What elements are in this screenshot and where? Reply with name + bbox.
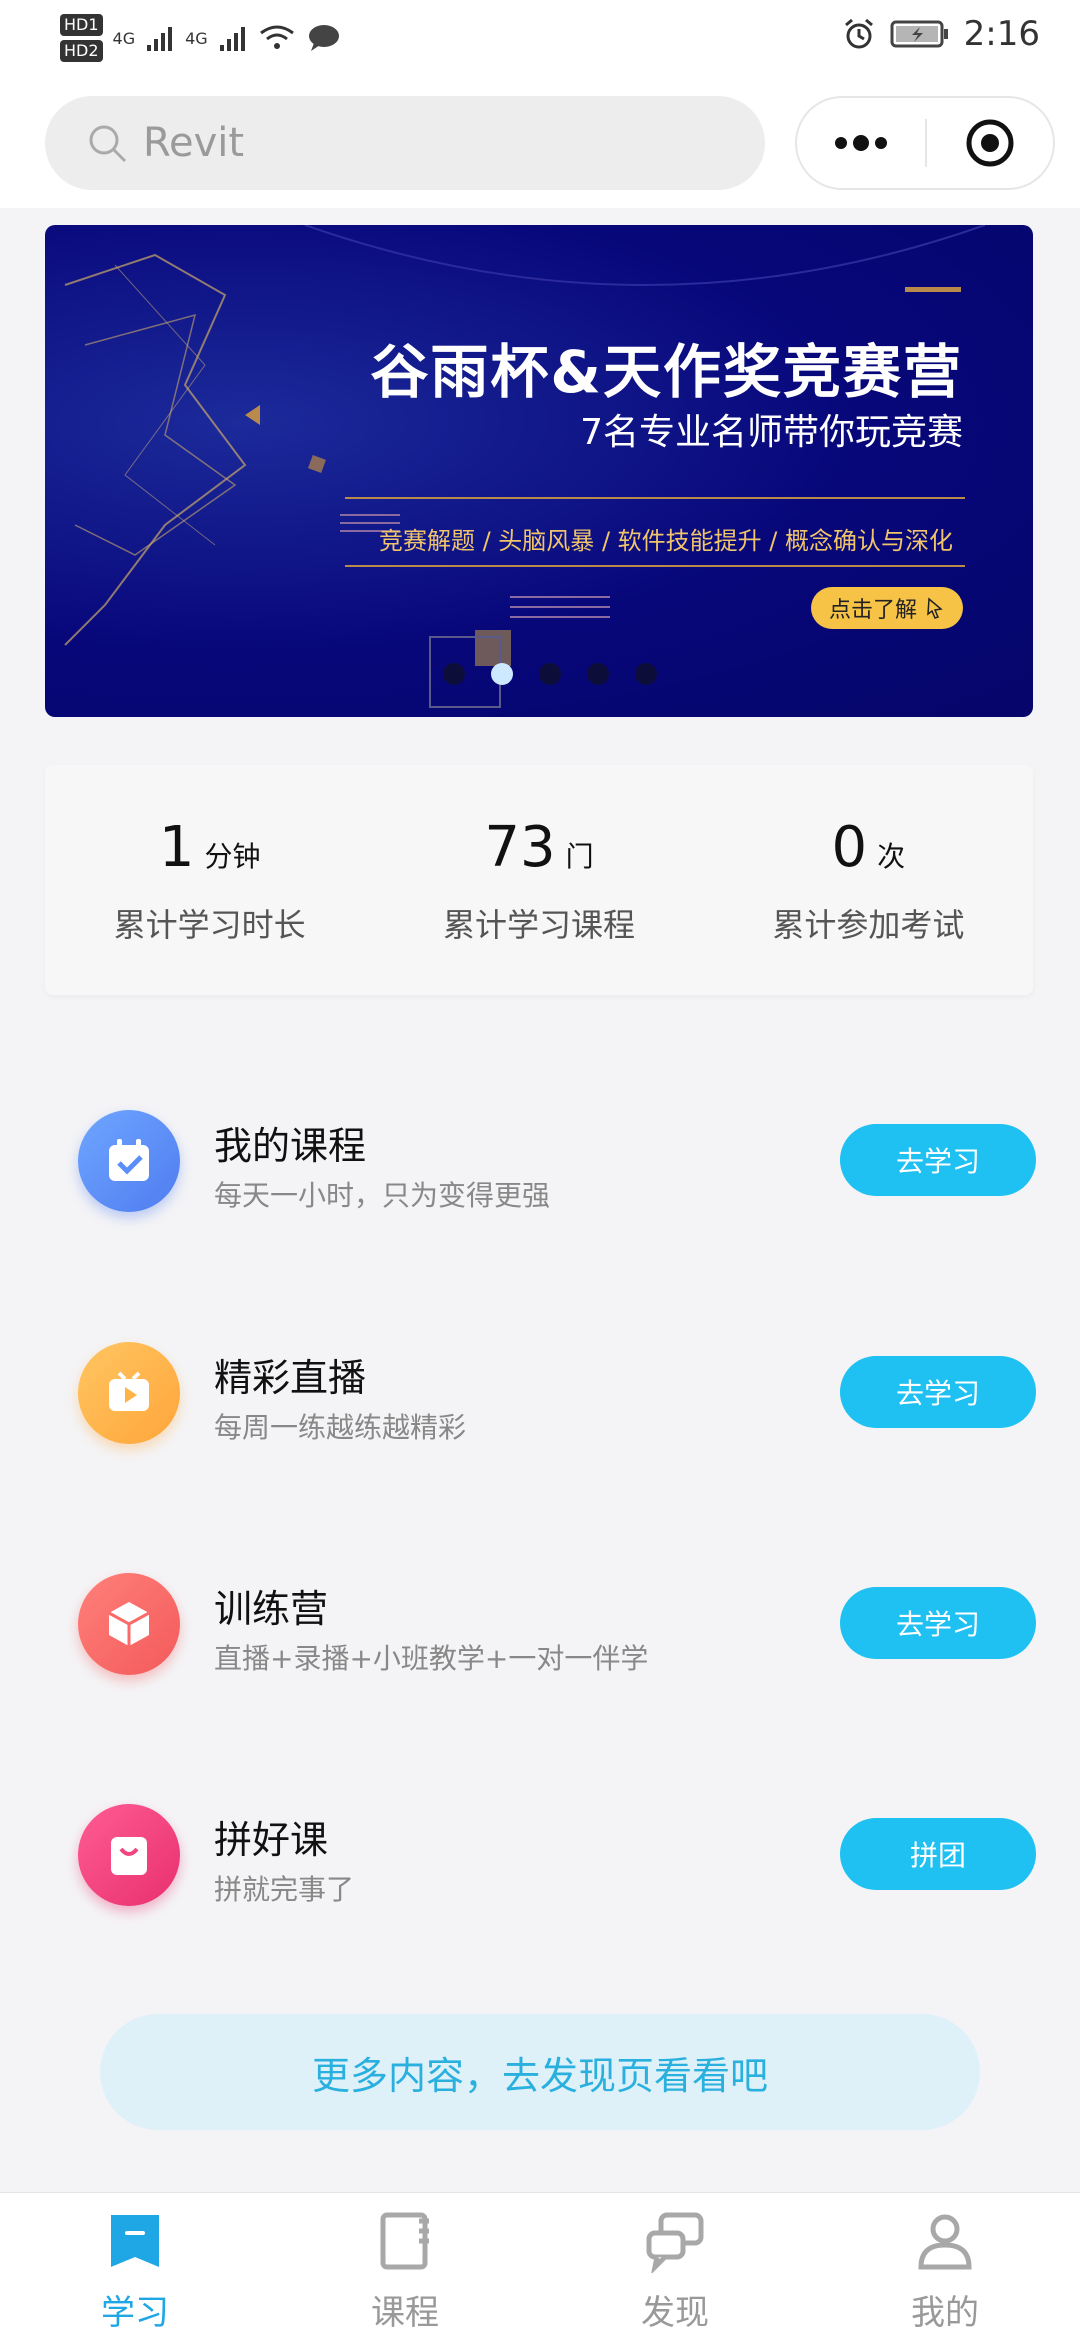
stat-unit: 次 — [877, 840, 906, 873]
go-study-button[interactable]: 去学习 — [840, 1587, 1036, 1659]
stat-value: 73 — [484, 815, 556, 880]
calendar-check-icon — [78, 1110, 180, 1212]
shopping-bag-glyph — [111, 1837, 147, 1875]
learning-stats-card: 1 分钟 累计学习时长 73 门 累计学习课程 0次 累计参加考试 — [45, 765, 1033, 995]
pagination-dot[interactable] — [587, 663, 609, 685]
feature-training-camp[interactable]: 训练营 直播+录播+小班教学+一对一伴学 去学习 — [0, 1553, 1080, 1693]
stat-study-time: 1 分钟 累计学习时长 — [45, 765, 374, 995]
status-bar: HD1 HD2 4G 4G 2:16 — [0, 0, 1080, 80]
group-buy-button[interactable]: 拼团 — [840, 1818, 1036, 1890]
signal-icon-2 — [219, 27, 245, 51]
feature-subtitle: 每周一练越练越精彩 — [214, 1411, 467, 1444]
banner-subtitle: 7名专业名师带你玩竞赛 — [580, 412, 963, 453]
search-icon — [89, 125, 127, 163]
stat-value: 1 — [158, 815, 195, 880]
cube-icon — [78, 1573, 180, 1675]
banner-pagination — [443, 663, 657, 685]
stat-label: 累计参加考试 — [772, 906, 965, 944]
banner-tags: 竞赛解题 / 头脑风暴 / 软件技能提升 / 概念确认与深化 — [378, 527, 953, 555]
banner-cta-label: 点击了解 — [828, 598, 917, 623]
more-options-button[interactable] — [797, 98, 925, 188]
tab-label: 我的 — [911, 2293, 979, 2333]
network-label-1: 4G — [112, 28, 136, 48]
stat-exams: 0次 累计参加考试 — [704, 765, 1033, 995]
status-left: HD1 HD2 4G 4G — [60, 12, 342, 64]
feature-subtitle: 直播+录播+小班教学+一对一伴学 — [214, 1642, 649, 1675]
stat-unit: 门 — [565, 840, 594, 873]
wifi-icon — [259, 25, 294, 49]
hd-tag-2: HD2 — [60, 40, 103, 62]
stat-label: 累计学习时长 — [113, 906, 306, 944]
more-icon — [835, 135, 887, 151]
stat-courses: 73 门 累计学习课程 — [374, 765, 703, 995]
banner-cta-button[interactable]: 点击了解 — [811, 587, 963, 629]
hd-tags: HD1 HD2 — [60, 12, 103, 64]
feature-title: 我的课程 — [214, 1124, 367, 1168]
alarm-icon — [844, 18, 873, 49]
status-right: 2:16 — [842, 14, 1040, 54]
bottom-tab-bar: 学习 课程 发现 我的 — [0, 2192, 1080, 2340]
hd-tag-1: HD1 — [60, 14, 103, 36]
tab-mine[interactable]: 我的 — [810, 2193, 1080, 2340]
discover-icon — [646, 2212, 704, 2275]
search-placeholder: Revit — [143, 120, 245, 166]
close-miniprogram-button[interactable] — [927, 98, 1053, 188]
tab-label: 课程 — [371, 2293, 439, 2333]
tab-study[interactable]: 学习 — [0, 2193, 270, 2340]
feature-title: 精彩直播 — [214, 1356, 367, 1400]
cube-glyph — [108, 1602, 150, 1646]
feature-subtitle: 每天一小时，只为变得更强 — [214, 1179, 551, 1212]
tab-discover[interactable]: 发现 — [540, 2193, 810, 2340]
feature-title: 训练营 — [214, 1587, 329, 1631]
message-icon — [308, 25, 339, 51]
discover-more-button[interactable]: 更多内容，去发现页看看吧 — [100, 2014, 980, 2130]
stat-label: 累计学习课程 — [442, 906, 635, 944]
banner-divider-bottom — [345, 565, 965, 567]
tv-play-glyph — [109, 1371, 149, 1411]
battery-icon — [890, 20, 948, 48]
feature-title: 拼好课 — [214, 1818, 329, 1862]
pointer-icon — [927, 597, 943, 619]
shopping-bag-icon — [78, 1804, 180, 1906]
feature-my-courses[interactable]: 我的课程 每天一小时，只为变得更强 去学习 — [0, 1090, 1080, 1230]
go-study-button[interactable]: 去学习 — [840, 1356, 1036, 1428]
promo-banner[interactable]: 谷雨杯&天作奖竞赛营 7名专业名师带你玩竞赛 竞赛解题 / 头脑风暴 / 软件技… — [45, 225, 1033, 717]
banner-divider-top — [345, 497, 965, 499]
feature-subtitle: 拼就完事了 — [214, 1873, 355, 1906]
pagination-dot-active[interactable] — [491, 663, 513, 685]
banner-artwork — [64, 225, 986, 708]
miniprogram-capsule — [795, 96, 1055, 190]
stat-value: 0 — [831, 815, 868, 880]
tv-play-icon — [78, 1342, 180, 1444]
pagination-dot[interactable] — [443, 663, 465, 685]
search-input[interactable]: Revit — [45, 96, 765, 190]
bookmark-icon — [111, 2215, 159, 2267]
search-header: Revit — [0, 80, 1080, 208]
pagination-dot[interactable] — [539, 663, 561, 685]
calendar-check-glyph — [109, 1139, 149, 1181]
go-study-button[interactable]: 去学习 — [840, 1124, 1036, 1196]
tab-courses[interactable]: 课程 — [270, 2193, 540, 2340]
book-icon — [380, 2212, 429, 2270]
network-label-2: 4G — [185, 28, 208, 48]
pagination-dot[interactable] — [635, 663, 657, 685]
signal-icon — [147, 27, 173, 51]
clock: 2:16 — [963, 14, 1040, 54]
tab-label: 发现 — [641, 2293, 709, 2333]
feature-live[interactable]: 精彩直播 每周一练越练越精彩 去学习 — [0, 1322, 1080, 1462]
tab-label: 学习 — [101, 2293, 169, 2333]
feature-group-buy[interactable]: 拼好课 拼就完事了 拼团 — [0, 1784, 1080, 1924]
target-icon — [966, 119, 1014, 167]
user-icon — [918, 2214, 972, 2270]
banner-title: 谷雨杯&天作奖竞赛营 — [370, 338, 963, 406]
stat-unit: 分钟 — [204, 840, 261, 873]
